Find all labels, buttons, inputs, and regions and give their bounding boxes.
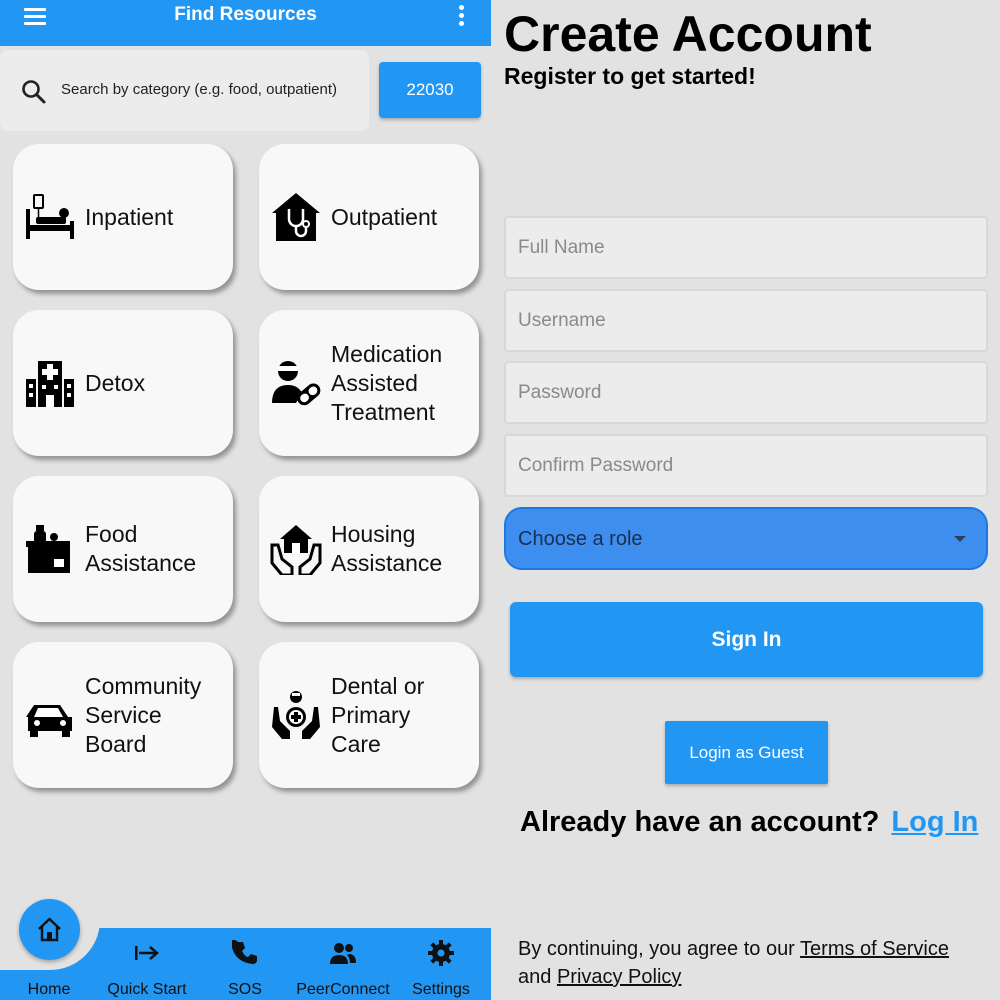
search-placeholder: Search by category (e.g. food, outpatien… xyxy=(61,81,337,98)
category-label: Detox xyxy=(85,369,146,396)
hospital-building-icon xyxy=(26,361,74,407)
hands-house-icon xyxy=(270,525,322,575)
hospital-bed-icon xyxy=(26,194,74,239)
nav-label: Home xyxy=(27,981,71,998)
sign-in-button[interactable]: Sign In xyxy=(510,602,983,677)
zip-code-button[interactable]: 22030 xyxy=(379,62,481,118)
account-prompt-text: Already have an account? xyxy=(520,806,880,838)
more-vert-icon[interactable] xyxy=(452,2,470,26)
full-name-field[interactable] xyxy=(504,216,988,279)
search-input[interactable]: Search by category (e.g. food, outpatien… xyxy=(0,50,369,131)
category-card-housing-assistance[interactable]: Housing Assistance xyxy=(259,476,479,622)
page-title: Create Account xyxy=(504,6,872,62)
medical-care-icon xyxy=(272,691,320,739)
category-label: Food Assistance xyxy=(85,521,197,576)
dropdown-caret-icon xyxy=(954,536,966,542)
category-label: Inpatient xyxy=(85,203,174,230)
role-dropdown-value: Choose a role xyxy=(518,528,643,550)
nav-label: Quick Start xyxy=(107,981,187,998)
category-card-inpatient[interactable]: Inpatient xyxy=(13,144,233,290)
password-field[interactable] xyxy=(504,361,988,424)
car-icon xyxy=(26,705,72,737)
find-resources-screen: Find Resources Search by category (e.g. … xyxy=(0,0,491,1000)
food-box-icon xyxy=(26,525,70,573)
house-stethoscope-icon xyxy=(272,193,320,241)
category-card-dental-or-primary-care[interactable]: Dental or Primary Care xyxy=(259,642,479,788)
category-card-food-assistance[interactable]: Food Assistance xyxy=(13,476,233,622)
nav-label: SOS xyxy=(228,981,262,998)
app-bar: Find Resources xyxy=(0,0,491,46)
log-in-link[interactable]: Log In xyxy=(891,806,978,838)
login-as-guest-button[interactable]: Login as Guest xyxy=(665,721,828,784)
category-card-medication-assisted-treatment[interactable]: Medication Assisted Treatment xyxy=(259,310,479,456)
terms-prefix: By continuing, you agree to our xyxy=(518,938,801,960)
confirm-password-field[interactable] xyxy=(504,434,988,497)
category-label: Medication Assisted Treatment xyxy=(331,340,443,425)
role-dropdown[interactable]: Choose a role xyxy=(504,507,988,570)
arrow-right-bar-icon xyxy=(135,946,159,960)
phone-icon xyxy=(232,940,257,964)
people-icon xyxy=(330,943,356,964)
gear-icon xyxy=(428,940,454,966)
nav-item-sos[interactable]: SOS xyxy=(196,936,294,1000)
terms-notice: By continuing, you agree to our Terms of… xyxy=(518,935,988,991)
category-card-detox[interactable]: Detox xyxy=(13,310,233,456)
app-bar-title: Find Resources xyxy=(174,4,317,25)
category-card-outpatient[interactable]: Outpatient xyxy=(259,144,479,290)
doctor-pill-icon xyxy=(272,361,321,406)
nav-item-peerconnect[interactable]: PeerConnect xyxy=(294,936,392,1000)
username-field[interactable] xyxy=(504,289,988,352)
nav-item-settings[interactable]: Settings xyxy=(392,936,490,1000)
page-subtitle: Register to get started! xyxy=(504,63,756,89)
category-card-community-service-board[interactable]: Community Service Board xyxy=(13,642,233,788)
search-icon xyxy=(22,80,46,104)
category-label: Housing Assistance xyxy=(331,521,443,576)
terms-of-service-link[interactable]: Terms of Service xyxy=(800,938,949,960)
nav-item-quick-start[interactable]: Quick Start xyxy=(98,936,196,1000)
nav-item-home[interactable]: Home xyxy=(0,936,98,1000)
terms-middle: and xyxy=(518,966,557,988)
category-label: Dental or Primary Care xyxy=(331,672,425,757)
account-prompt-row: Already have an account? Log In xyxy=(520,806,978,839)
category-label: Outpatient xyxy=(331,203,438,230)
category-label: Community Service Board xyxy=(85,672,202,757)
nav-label: PeerConnect xyxy=(296,981,390,998)
create-account-screen: Create Account Register to get started! … xyxy=(491,0,1000,1000)
privacy-policy-link[interactable]: Privacy Policy xyxy=(557,966,681,988)
nav-label: Settings xyxy=(412,981,470,998)
